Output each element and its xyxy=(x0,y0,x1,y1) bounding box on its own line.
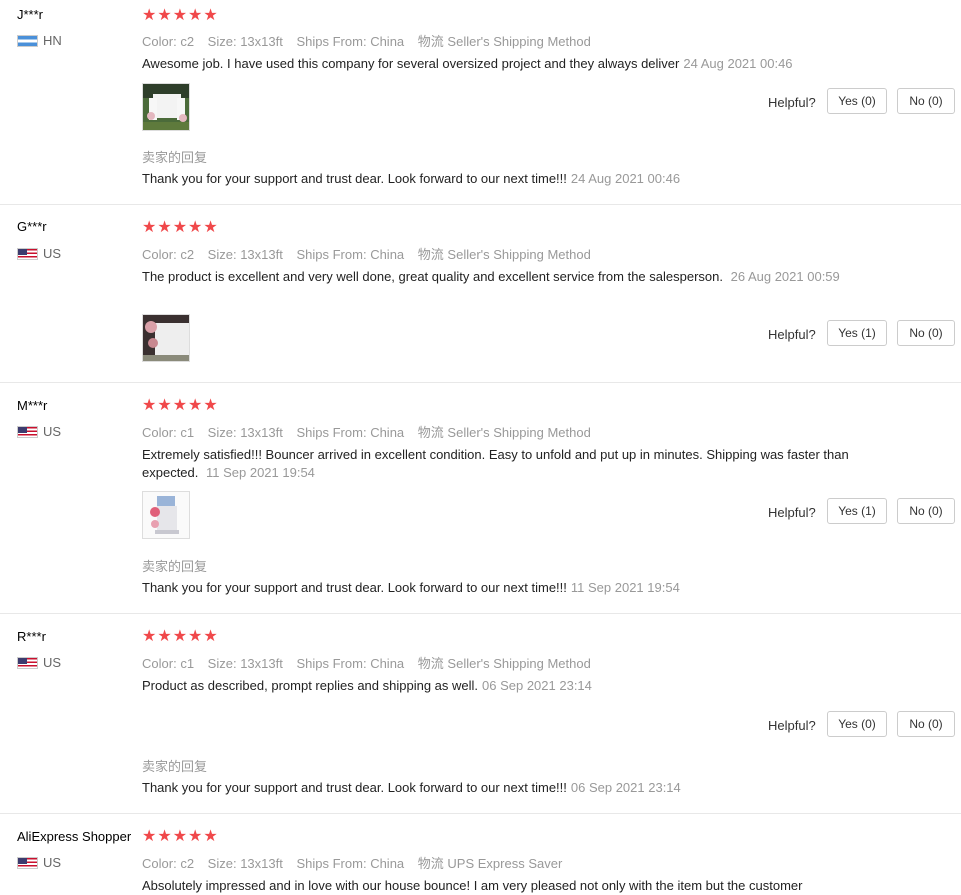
helpful-no-button[interactable]: No (0) xyxy=(897,711,955,737)
seller-reply-label: 卖家的回复 xyxy=(142,150,208,165)
reviewer-name: J***r xyxy=(17,7,44,22)
review-date: 26 Aug 2021 00:59 xyxy=(730,269,840,284)
order-info: Color: c1 Size: 13x13ft Ships From: Chin… xyxy=(142,656,591,671)
order-info: Color: c2 Size: 13x13ft Ships From: Chin… xyxy=(142,247,591,262)
rating-stars: ★★★★★ xyxy=(142,628,219,645)
review-date: 24 Aug 2021 00:46 xyxy=(683,56,793,71)
rating-stars: ★★★★★ xyxy=(142,7,219,24)
photo-image xyxy=(143,492,189,538)
helpful-no-button[interactable]: No (0) xyxy=(897,320,955,346)
review-text: Extremely satisfied!!! Bouncer arrived i… xyxy=(142,447,849,480)
review-date: 06 Sep 2021 23:14 xyxy=(482,678,592,693)
helpful-yes-button[interactable]: Yes (0) xyxy=(827,711,887,737)
review-text: The product is excellent and very well d… xyxy=(142,269,840,284)
flag-icon xyxy=(17,425,38,438)
flag-icon xyxy=(17,656,38,669)
helpful-label: Helpful? xyxy=(768,327,816,342)
flag-icon xyxy=(17,34,38,47)
reviewer-name: R***r xyxy=(17,629,46,644)
country-code: US xyxy=(43,855,62,870)
seller-reply-label: 卖家的回复 xyxy=(142,559,208,574)
reviewer-name: M***r xyxy=(17,398,48,413)
order-info: Color: c1 Size: 13x13ft Ships From: Chin… xyxy=(142,425,591,440)
helpful-no-button[interactable]: No (0) xyxy=(897,498,955,524)
rating-stars: ★★★★★ xyxy=(142,397,219,414)
country-code: US xyxy=(43,424,62,439)
reviewer-name: AliExpress Shopper xyxy=(17,829,132,844)
order-info: Color: c2 Size: 13x13ft Ships From: Chin… xyxy=(142,34,591,49)
seller-reply-label: 卖家的回复 xyxy=(142,759,208,774)
reviewer-country: US xyxy=(17,655,61,670)
helpful-yes-button[interactable]: Yes (1) xyxy=(827,320,887,346)
review-photo[interactable] xyxy=(142,491,190,539)
review-divider xyxy=(0,813,961,814)
order-info: Color: c2 Size: 13x13ft Ships From: Chin… xyxy=(142,856,563,871)
helpful-label: Helpful? xyxy=(768,95,816,110)
review-divider xyxy=(0,613,961,614)
helpful-label: Helpful? xyxy=(768,718,816,733)
country-code: US xyxy=(43,655,62,670)
reviewer-name: G***r xyxy=(17,219,47,234)
reviewer-country: US xyxy=(17,246,61,261)
photo-image xyxy=(143,315,189,361)
photo-image xyxy=(143,84,189,130)
rating-stars: ★★★★★ xyxy=(142,219,219,236)
review-text: Product as described, prompt replies and… xyxy=(142,678,592,693)
helpful-yes-button[interactable]: Yes (0) xyxy=(827,88,887,114)
rating-stars: ★★★★★ xyxy=(142,828,219,845)
review-divider xyxy=(0,382,961,383)
flag-icon xyxy=(17,247,38,260)
reviewer-country: US xyxy=(17,855,61,870)
review-text: Absolutely impressed and in love with ou… xyxy=(142,878,803,893)
reviewer-country: US xyxy=(17,424,61,439)
seller-reply: Thank you for your support and trust dea… xyxy=(142,780,681,795)
review-photo[interactable] xyxy=(142,314,190,362)
reply-date: 24 Aug 2021 00:46 xyxy=(570,171,681,186)
review-text: Awesome job. I have used this company fo… xyxy=(142,56,793,71)
helpful-no-button[interactable]: No (0) xyxy=(897,88,955,114)
review-date: 11 Sep 2021 19:54 xyxy=(206,465,315,480)
country-code: US xyxy=(43,246,62,261)
review-photo[interactable] xyxy=(142,83,190,131)
seller-reply: Thank you for your support and trust dea… xyxy=(142,580,680,595)
country-code: HN xyxy=(43,33,62,48)
reply-date: 06 Sep 2021 23:14 xyxy=(570,780,681,795)
reply-date: 11 Sep 2021 19:54 xyxy=(570,580,680,595)
helpful-yes-button[interactable]: Yes (1) xyxy=(827,498,887,524)
flag-icon xyxy=(17,856,38,869)
seller-reply: Thank you for your support and trust dea… xyxy=(142,171,681,186)
reviewer-country: HN xyxy=(17,33,62,48)
review-divider xyxy=(0,204,961,205)
helpful-label: Helpful? xyxy=(768,505,816,520)
